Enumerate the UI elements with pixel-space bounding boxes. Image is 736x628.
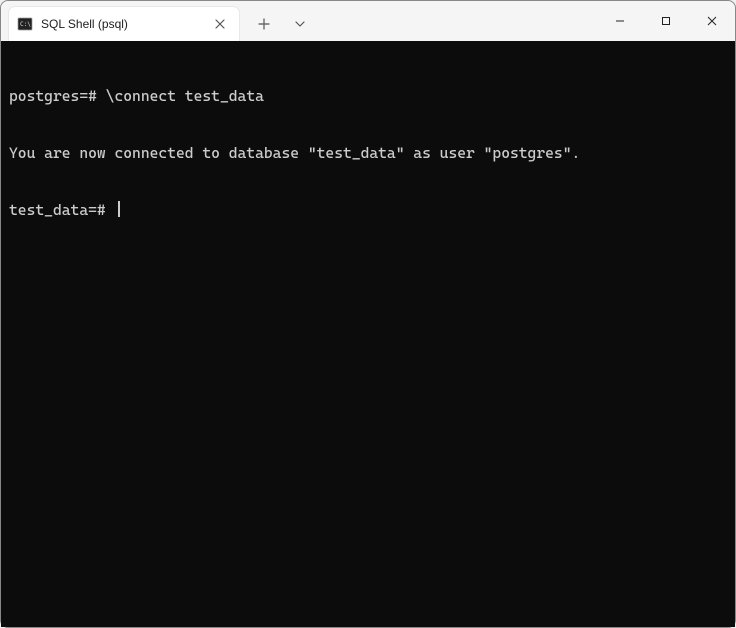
terminal-icon: C:\ bbox=[17, 16, 33, 32]
tab-dropdown-button[interactable] bbox=[283, 7, 317, 41]
command-text: \connect test_data bbox=[106, 87, 264, 105]
terminal-line: You are now connected to database "test_… bbox=[9, 144, 727, 163]
maximize-button[interactable] bbox=[643, 1, 689, 41]
prompt: test_data=# bbox=[9, 201, 106, 219]
terminal-line: test_data=# bbox=[9, 201, 727, 220]
minimize-button[interactable] bbox=[597, 1, 643, 41]
terminal-viewport[interactable]: postgres=# \connect test_data You are no… bbox=[1, 41, 735, 627]
tab-close-button[interactable] bbox=[211, 15, 229, 33]
cursor bbox=[118, 201, 120, 217]
tab-sql-shell[interactable]: C:\ SQL Shell (psql) bbox=[9, 7, 239, 41]
tab-title: SQL Shell (psql) bbox=[41, 17, 203, 31]
tab-controls bbox=[239, 7, 325, 41]
prompt: postgres=# bbox=[9, 87, 97, 105]
output-text: You are now connected to database "test_… bbox=[9, 144, 580, 162]
close-window-button[interactable] bbox=[689, 1, 735, 41]
window-controls bbox=[597, 1, 735, 41]
new-tab-button[interactable] bbox=[247, 7, 281, 41]
tabs-area: C:\ SQL Shell (psql) bbox=[1, 1, 597, 41]
svg-text:C:\: C:\ bbox=[20, 21, 31, 28]
titlebar: C:\ SQL Shell (psql) bbox=[1, 1, 735, 41]
terminal-line: postgres=# \connect test_data bbox=[9, 87, 727, 106]
